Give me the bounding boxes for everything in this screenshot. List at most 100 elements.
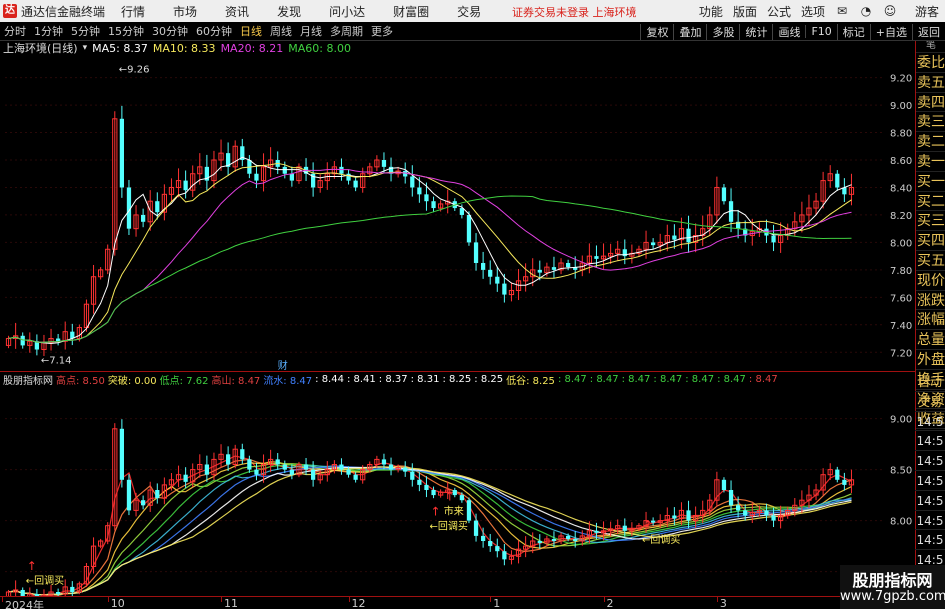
indicator-chart[interactable]: 9.008.508.007.50↑←回调买↑←回调买↑←回调买↑市来 股朋指标网… [0, 372, 915, 596]
tool-overlay[interactable]: 叠加 [673, 23, 706, 40]
tool-mark[interactable]: 标记 [836, 23, 870, 40]
tool-draw-line[interactable]: 画线 [772, 23, 805, 40]
tab-60min[interactable]: 60分钟 [196, 23, 232, 39]
candle-body [502, 283, 507, 295]
candle-body [141, 214, 146, 222]
quote-field[interactable]: 卖三 [916, 112, 945, 133]
indicator-legend-item: : 8.47 [748, 373, 778, 385]
indicator-candle-body [495, 546, 500, 552]
quote-field[interactable]: 买一 [916, 172, 945, 192]
buy-arrow-icon: ↑ [27, 559, 37, 573]
indicator-candle-body [502, 551, 507, 560]
menu-quotes[interactable]: 行情 [121, 3, 145, 20]
event-marker: 财 [278, 359, 288, 372]
login-status[interactable]: 证券交易未登录 上海环境 [512, 4, 637, 20]
indicator-candle-body [473, 520, 479, 536]
tab-more[interactable]: 更多 [371, 23, 393, 39]
indicator-candle-body [247, 459, 252, 470]
tick-time: 14:5 [915, 530, 945, 551]
quote-field[interactable]: 现价 [916, 271, 945, 291]
quote-field[interactable]: 总量 [916, 330, 945, 350]
time-tick [107, 597, 109, 602]
ma60-legend: MA60: 8.00 [288, 41, 351, 55]
y-tick-label: 7.40 [890, 321, 912, 332]
menu-news[interactable]: 资讯 [225, 3, 249, 20]
tool-add-watchlist[interactable]: +自选 [869, 23, 912, 40]
menu-ask[interactable]: 问小达 [329, 3, 365, 20]
quote-field[interactable]: 卖四 [916, 93, 945, 113]
menu-discover[interactable]: 发现 [277, 3, 301, 20]
quote-field[interactable]: 委比 [916, 53, 945, 73]
tab-15min[interactable]: 15分钟 [108, 23, 144, 39]
indicator-candle-body [566, 535, 571, 539]
quote-field[interactable]: 涨幅 [916, 310, 945, 331]
tab-daily[interactable]: 日线 [240, 23, 262, 39]
tool-statistics[interactable]: 统计 [739, 23, 772, 40]
y-tick-label: 9.00 [890, 415, 912, 426]
menu-functions[interactable]: 功能 [699, 3, 723, 20]
mail-icon[interactable]: ✉ [835, 4, 849, 18]
title-right-menu: 功能 版面 公式 选项 ✉ ◔ ☺ 游客 [689, 0, 945, 22]
watermark-title: 股朋指标网 [852, 571, 933, 590]
indicator-candle-body [339, 464, 344, 470]
panel-header: 笔 [916, 41, 945, 53]
indicator-legend-item: 流水: 8.47 [263, 375, 313, 387]
quote-field[interactable]: 买三 [916, 211, 945, 232]
main-kline-chart[interactable]: 9.20 9.00 8.80 8.60 8.40 8.20 8.00 7.80 7.60 7.40… [0, 41, 915, 372]
tab-multi-period[interactable]: 多周期 [330, 23, 363, 39]
candle-body [651, 242, 656, 246]
indicator-candle-body [686, 510, 691, 521]
tab-timeshare[interactable]: 分时 [4, 23, 26, 39]
quote-field[interactable]: 买二 [916, 192, 945, 212]
quote-field[interactable]: 卖二 [916, 132, 945, 152]
menu-wealth[interactable]: 财富圈 [393, 3, 429, 20]
menu-trade[interactable]: 交易 [457, 3, 481, 20]
guest-label[interactable]: 游客 [915, 3, 939, 20]
site-watermark: 股朋指标网 www.7gpzb.com [840, 565, 945, 609]
period-tabs: 分时 1分钟 5分钟 15分钟 30分钟 60分钟 日线 周线 月线 多周期 更… [0, 23, 401, 39]
indicator-candle-body [771, 515, 776, 521]
y-tick-label: 8.80 [890, 129, 912, 140]
tab-1min[interactable]: 1分钟 [34, 23, 63, 39]
time-tick [490, 597, 492, 602]
ma20-legend: MA20: 8.21 [220, 41, 284, 55]
user-icon[interactable]: ☺ [883, 4, 897, 18]
tool-back[interactable]: 返回 [912, 23, 945, 40]
tab-5min[interactable]: 5分钟 [71, 23, 100, 39]
quote-field[interactable]: 买四 [916, 231, 945, 251]
quote-field[interactable]: 外盘 [916, 350, 945, 370]
quote-field[interactable]: 涨跌 [916, 291, 945, 311]
time-tick [603, 597, 605, 602]
menu-formula[interactable]: 公式 [767, 3, 791, 20]
tool-f10[interactable]: F10 [805, 25, 836, 38]
tab-monthly[interactable]: 月线 [300, 23, 322, 39]
quote-field[interactable]: 卖五 [916, 73, 945, 93]
ma-line-ma5 [8, 156, 852, 345]
dropdown-icon[interactable]: ▾ [83, 43, 88, 53]
tool-adjust[interactable]: 复权 [640, 23, 673, 40]
indicator-candle-body [835, 469, 840, 480]
high-price-label: ←9.26 [119, 64, 150, 75]
ma5-legend: MA5: 8.37 [92, 41, 148, 55]
auto-trade-item[interactable]: 自动 [915, 372, 945, 392]
bell-icon[interactable]: ◔ [859, 4, 873, 18]
indicator-candle-body [424, 484, 429, 490]
menu-options[interactable]: 选项 [801, 3, 825, 20]
quote-field[interactable]: 买五 [916, 251, 945, 271]
indicator-legend-item: : 8.31 [410, 373, 440, 385]
auto-trade-item[interactable]: 交易 [915, 392, 945, 412]
menu-market[interactable]: 市场 [173, 3, 197, 20]
indicator-legend-item: : 8.47 [717, 373, 746, 385]
tick-time: 14:5 [915, 471, 945, 491]
low-price-label: ←7.14 [41, 356, 72, 367]
candle-body [594, 256, 599, 259]
ma-line-ma60 [8, 195, 852, 343]
quote-field[interactable]: 卖一 [916, 152, 945, 172]
tab-weekly[interactable]: 周线 [270, 23, 292, 39]
time-label: 1 [493, 597, 501, 609]
candle-body [672, 235, 677, 240]
tab-30min[interactable]: 30分钟 [152, 23, 188, 39]
menu-layout[interactable]: 版面 [733, 3, 757, 20]
tool-multi-stock[interactable]: 多股 [706, 23, 739, 40]
indicator-legend-item: : 8.47 [685, 373, 715, 385]
